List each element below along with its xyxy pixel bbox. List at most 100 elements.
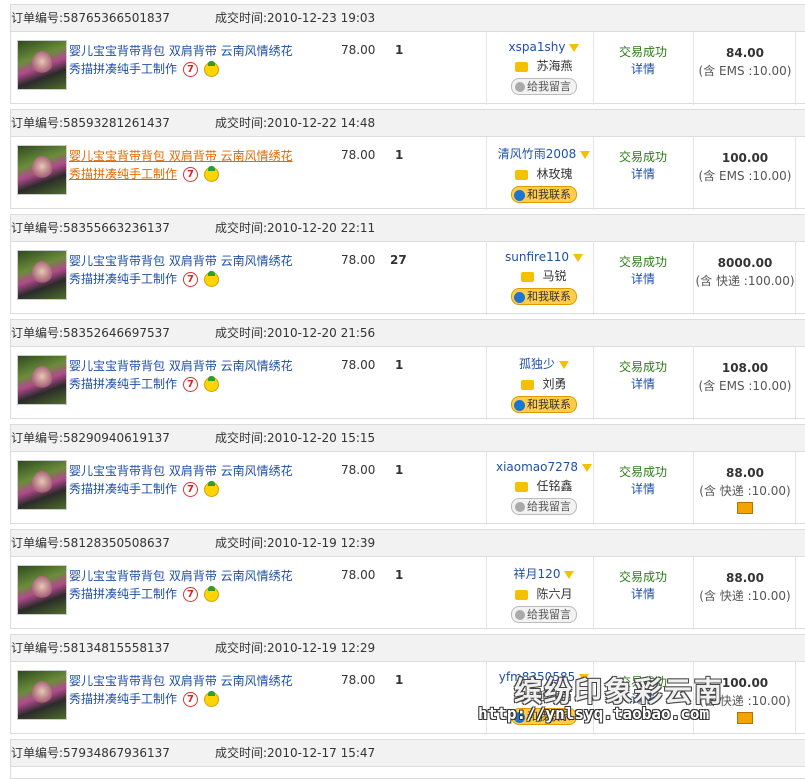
filter-icon[interactable] — [564, 570, 575, 579]
order-row: 婴儿宝宝背带背包 双肩背带 云南风情绣花 秀描拼凑纯手工制作 7 78.00 1 xiao… — [11, 452, 805, 525]
leave-message-button[interactable]: 给我留言 — [511, 78, 577, 95]
product-title-link[interactable]: 婴儿宝宝背带背包 双肩背带 云南风情绣花 秀描拼凑纯手工制作 7 — [69, 357, 309, 393]
buyer-real-name: 颜伏苗 — [536, 689, 573, 703]
buyer-nickname-link[interactable]: sunfire110 — [505, 250, 569, 264]
deal-time-value: 2010-12-19 12:39 — [267, 536, 376, 550]
deal-time-label: 成交时间: — [215, 221, 268, 235]
column-divider — [795, 32, 796, 105]
column-divider — [486, 242, 487, 315]
column-divider — [693, 662, 694, 735]
product-thumbnail[interactable] — [17, 565, 67, 615]
column-divider — [486, 662, 487, 735]
order-number-value: 58355663236137 — [63, 221, 170, 235]
column-divider — [795, 557, 796, 630]
contact-me-label: 和我联系 — [527, 710, 571, 723]
buyer-info: yfm8350585 颜伏苗和我联系 — [489, 670, 599, 725]
chat-bubble-icon[interactable] — [515, 169, 529, 180]
chat-bubble-icon[interactable] — [515, 691, 529, 702]
details-link[interactable]: 详情 — [595, 166, 691, 183]
chat-bubble-icon[interactable] — [515, 589, 529, 600]
details-link[interactable]: 详情 — [595, 271, 691, 288]
consumer-protection-icon — [204, 586, 220, 602]
buyer-real-name: 陈六月 — [536, 587, 573, 601]
quantity: 1 — [395, 358, 404, 372]
contact-me-button[interactable]: 和我联系 — [511, 708, 577, 725]
buyer-real-name: 刘勇 — [542, 377, 567, 391]
leave-message-label: 给我留言 — [527, 608, 571, 621]
product-thumbnail[interactable] — [17, 40, 67, 90]
filter-icon[interactable] — [582, 463, 593, 472]
payment-card-icon — [737, 712, 753, 724]
leave-message-button[interactable]: 给我留言 — [511, 606, 577, 623]
product-thumbnail[interactable] — [17, 460, 67, 510]
shipping-fee: (含 快递 :10.00) — [699, 484, 791, 498]
product-thumbnail[interactable] — [17, 355, 67, 405]
chat-bubble-icon[interactable] — [515, 61, 529, 72]
filter-icon[interactable] — [579, 673, 590, 682]
unit-price: 78.00 — [341, 148, 376, 162]
order-block: 订单编号:58290940619137 成交时间:2010-12-20 15:15… — [10, 424, 805, 525]
order-number-label: 订单编号: — [11, 536, 64, 550]
leave-message-button[interactable]: 给我留言 — [511, 498, 577, 515]
buyer-info: xiaomao7278 任铭鑫 给我留言 — [489, 460, 599, 515]
filter-icon[interactable] — [569, 43, 580, 52]
buyer-nickname-link[interactable]: xspa1shy — [509, 40, 566, 54]
buyer-nickname-link[interactable]: xiaomao7278 — [496, 460, 578, 474]
product-title-link[interactable]: 婴儿宝宝背带背包 双肩背带 云南风情绣花 秀描拼凑纯手工制作 7 — [69, 147, 309, 183]
details-link[interactable]: 详情 — [595, 691, 691, 708]
buyer-nickname-link[interactable]: 孤独少 — [519, 357, 555, 371]
details-link[interactable]: 详情 — [595, 586, 691, 603]
column-divider — [795, 137, 796, 210]
details-link[interactable]: 详情 — [595, 481, 691, 498]
consumer-protection-icon — [204, 271, 220, 287]
product-title-link[interactable]: 婴儿宝宝背带背包 双肩背带 云南风情绣花 秀描拼凑纯手工制作 7 — [69, 42, 309, 78]
seven-day-return-icon: 7 — [183, 167, 199, 182]
deal-time: 成交时间:2010-12-22 14:48 — [215, 110, 375, 136]
column-divider — [795, 347, 796, 420]
shipping-fee: (含 快递 :100.00) — [695, 274, 795, 288]
buyer-nickname-link[interactable]: 清风竹雨2008 — [498, 147, 577, 161]
order-number-value: 58765366501837 — [63, 11, 170, 25]
buyer-real-name: 苏海燕 — [536, 59, 573, 73]
filter-icon[interactable] — [559, 360, 569, 369]
product-title-link[interactable]: 婴儿宝宝背带背包 双肩背带 云南风情绣花 秀描拼凑纯手工制作 7 — [69, 462, 309, 498]
contact-me-button[interactable]: 和我联系 — [511, 186, 577, 203]
seven-day-return-icon: 7 — [183, 692, 199, 707]
order-header: 订单编号:58355663236137 成交时间:2010-12-20 22:11 — [11, 215, 805, 242]
unit-price: 78.00 — [341, 673, 376, 687]
product-title-link[interactable]: 婴儿宝宝背带背包 双肩背带 云南风情绣花 秀描拼凑纯手工制作 7 — [69, 252, 309, 288]
chat-bubble-icon[interactable] — [521, 271, 535, 282]
order-number: 订单编号:58290940619137 — [11, 425, 170, 451]
product-thumbnail[interactable] — [17, 145, 67, 195]
product-title-line1: 婴儿宝宝背带背包 双肩背带 云南风情绣花 — [69, 359, 293, 373]
product-thumbnail[interactable] — [17, 670, 67, 720]
contact-me-button[interactable]: 和我联系 — [511, 396, 577, 413]
order-block: 订单编号:58765366501837 成交时间:2010-12-23 19:03… — [10, 4, 805, 105]
column-divider — [486, 137, 487, 210]
order-header: 订单编号:58352646697537 成交时间:2010-12-20 21:56 — [11, 320, 805, 347]
message-icon — [515, 82, 525, 92]
filter-icon[interactable] — [572, 253, 583, 262]
deal-time-value: 2010-12-19 12:29 — [267, 641, 376, 655]
product-title-link[interactable]: 婴儿宝宝背带背包 双肩背带 云南风情绣花 秀描拼凑纯手工制作 7 — [69, 672, 309, 708]
total-amount: 108.00 — [721, 361, 769, 375]
seven-day-return-icon: 7 — [183, 587, 199, 602]
chat-bubble-icon[interactable] — [521, 379, 535, 390]
contact-me-button[interactable]: 和我联系 — [511, 288, 577, 305]
trade-status: 交易成功 详情 — [595, 359, 691, 393]
product-thumbnail[interactable] — [17, 250, 67, 300]
filter-icon[interactable] — [580, 150, 591, 159]
shipping-fee: (含 EMS :10.00) — [698, 169, 792, 183]
details-link[interactable]: 详情 — [595, 61, 691, 78]
details-link[interactable]: 详情 — [595, 376, 691, 393]
product-title-line2: 秀描拼凑纯手工制作 — [69, 167, 178, 181]
product-title-link[interactable]: 婴儿宝宝背带背包 双肩背带 云南风情绣花 秀描拼凑纯手工制作 7 — [69, 567, 309, 603]
order-total: 100.00 (含 快递 :10.00) — [695, 674, 795, 729]
buyer-nickname-link[interactable]: yfm8350585 — [499, 670, 575, 684]
total-amount: 100.00 — [721, 676, 769, 690]
product-title-line2: 秀描拼凑纯手工制作 — [69, 482, 178, 496]
chat-bubble-icon[interactable] — [515, 481, 529, 492]
buyer-nickname-link[interactable]: 祥月120 — [514, 567, 561, 581]
trade-status: 交易成功 详情 — [595, 464, 691, 498]
order-number: 订单编号:57934867936137 — [11, 740, 170, 766]
